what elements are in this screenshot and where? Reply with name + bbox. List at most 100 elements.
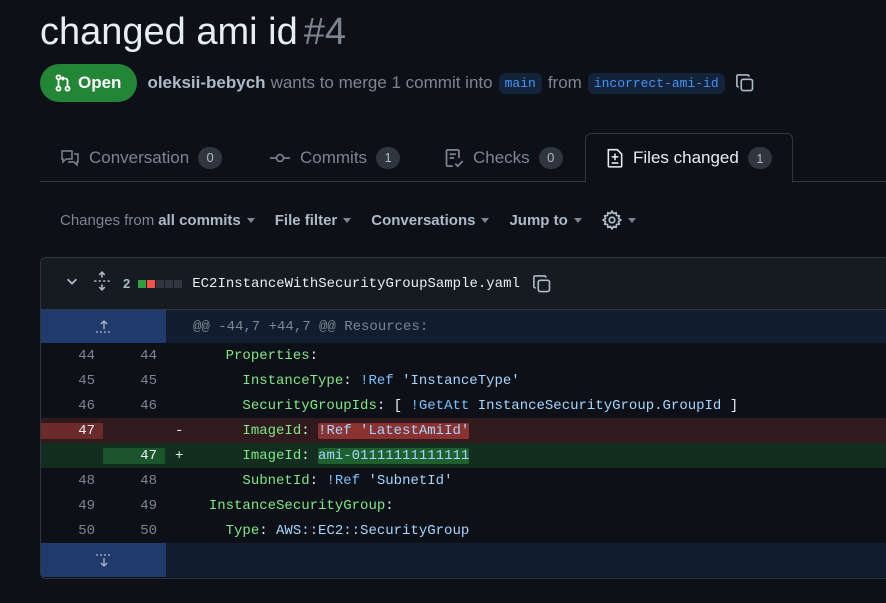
caret-down-icon (343, 217, 352, 223)
old-line-number[interactable]: 48 (41, 473, 103, 489)
tab-files-changed[interactable]: Files changed 1 (585, 133, 793, 183)
head-branch[interactable]: incorrect-ami-id (587, 72, 725, 94)
hunk-header: @@ -44,7 +44,7 @@ Resources: (166, 310, 886, 343)
file-filter-dropdown[interactable]: File filter (275, 212, 352, 229)
tab-counter: 0 (538, 146, 563, 169)
diffstat-neutral (156, 279, 165, 288)
diff-toolbar: Changes from all commits File filter Con… (60, 206, 656, 234)
settings-dropdown[interactable] (601, 210, 636, 230)
tab-counter: 1 (747, 147, 772, 169)
diffstat-deleted (147, 279, 156, 288)
copy-path-button[interactable] (532, 274, 552, 294)
new-line-number[interactable]: 46 (103, 398, 165, 414)
added-value: ami-01111111111111 (318, 447, 470, 464)
bracket: ] (729, 397, 739, 414)
diff-sign: + (175, 447, 184, 464)
colon: : (376, 397, 386, 414)
yaml-key: InstanceSecurityGroup (208, 497, 386, 514)
changes-prefix: Changes from (60, 211, 155, 229)
git-commit-icon (270, 153, 290, 162)
base-branch[interactable]: main (498, 72, 542, 94)
unfold-icon (94, 271, 110, 291)
author-link[interactable]: oleksii-bebych (147, 73, 265, 93)
jump-to-dropdown[interactable]: Jump to (509, 211, 582, 229)
tab-checks[interactable]: Checks 0 (444, 133, 563, 182)
new-line-number[interactable]: 48 (103, 473, 165, 489)
new-line-number[interactable]: 49 (103, 498, 165, 514)
diff-line[interactable]: 48 48 SubnetId: !Ref 'SubnetId' (41, 468, 886, 493)
diffstat-added (138, 279, 147, 288)
yaml-value: 'SubnetId' (368, 472, 453, 489)
colon: : (259, 522, 268, 539)
expand-all-button[interactable] (93, 271, 111, 296)
collapse-file-button[interactable] (65, 274, 79, 293)
expand-down-button[interactable] (41, 543, 166, 577)
colon: : (301, 447, 310, 464)
yaml-tag: !GetAtt (410, 397, 470, 414)
yaml-key: InstanceType (242, 372, 344, 389)
caret-down-icon (481, 217, 490, 223)
gear-icon (601, 210, 622, 230)
new-line-number[interactable]: 45 (103, 373, 165, 389)
tab-label: Conversation (89, 147, 190, 167)
new-line-number[interactable]: 47 (103, 447, 165, 464)
colon: : (301, 422, 310, 439)
diff-line[interactable]: 44 44 Properties: (41, 343, 886, 368)
code-line: InstanceSecurityGroup: (192, 498, 394, 514)
yaml-tag: !Ref (326, 472, 361, 489)
diff-line[interactable]: 50 50 Type: AWS::EC2::SecurityGroup (41, 518, 886, 543)
conversations-dropdown[interactable]: Conversations (371, 211, 490, 229)
pr-number: #4 (303, 11, 347, 53)
diff-line[interactable]: 46 46 SecurityGroupIds: [ !GetAtt Instan… (41, 393, 886, 418)
new-line-number[interactable]: 44 (103, 348, 165, 364)
diffstat (138, 279, 183, 288)
pr-meta: Open oleksii-bebych wants to merge 1 com… (40, 64, 755, 102)
deleted-value: !Ref 'LatestAmiId' (318, 422, 470, 439)
status-badge: Open (40, 64, 138, 102)
jump-to-label: Jump to (509, 211, 568, 229)
fold-up-icon (95, 319, 110, 333)
diff-line-deleted[interactable]: 47 - ImageId: !Ref 'LatestAmiId' (41, 418, 886, 443)
yaml-key: Type (225, 522, 260, 539)
colon: : (309, 347, 319, 364)
expand-up-button[interactable] (41, 310, 166, 343)
old-line-number[interactable]: 47 (41, 422, 103, 439)
tab-commits[interactable]: Commits 1 (269, 133, 401, 182)
yaml-value: 'InstanceType' (402, 372, 520, 389)
expand-row-filler (166, 543, 886, 577)
code-line: Type: AWS::EC2::SecurityGroup (192, 522, 470, 539)
conversations-label: Conversations (371, 211, 476, 229)
diff-line[interactable]: 49 49 InstanceSecurityGroup: (41, 493, 886, 518)
old-line-number[interactable]: 50 (41, 523, 103, 539)
change-count: 2 (123, 276, 131, 291)
old-line-number[interactable]: 44 (41, 348, 103, 364)
tab-conversation[interactable]: Conversation 0 (60, 133, 223, 182)
comment-discussion-icon (61, 149, 79, 167)
tab-label: Checks (473, 147, 530, 167)
changes-from-dropdown[interactable]: Changes from all commits (60, 212, 255, 229)
file-name-link[interactable]: EC2InstanceWithSecurityGroupSample.yaml (192, 276, 520, 292)
tab-counter: 0 (198, 146, 223, 169)
copy-branch-button[interactable] (735, 73, 755, 93)
from-text: from (547, 73, 582, 92)
fold-down-icon (95, 554, 110, 567)
status-label: Open (78, 73, 122, 92)
file-diff-icon (607, 148, 623, 168)
diff-table: @@ -44,7 +44,7 @@ Resources: 44 44 Prope… (41, 310, 886, 577)
checklist-icon (445, 148, 464, 167)
pr-tabs: Conversation 0 Commits 1 Checks 0 Files … (40, 133, 886, 183)
yaml-value: InstanceSecurityGroup.GroupId (477, 397, 722, 414)
diff-line[interactable]: 45 45 InstanceType: !Ref 'InstanceType' (41, 368, 886, 393)
old-line-number[interactable]: 49 (41, 498, 103, 514)
yaml-key: ImageId (242, 422, 302, 439)
diff-line-added[interactable]: 47 + ImageId: ami-01111111111111 (41, 443, 886, 468)
old-line-number[interactable]: 46 (41, 398, 103, 414)
expand-row (41, 543, 886, 577)
code-line: Properties: (192, 348, 318, 364)
new-line-number[interactable]: 50 (103, 523, 165, 539)
old-line-number[interactable]: 45 (41, 373, 103, 389)
hunk-header-row: @@ -44,7 +44,7 @@ Resources: (41, 310, 886, 343)
caret-down-icon (573, 217, 582, 223)
file-header: 2 EC2InstanceWithSecurityGroupSample.yam… (41, 258, 886, 310)
pr-title-row: changed ami id #4 (40, 8, 346, 56)
